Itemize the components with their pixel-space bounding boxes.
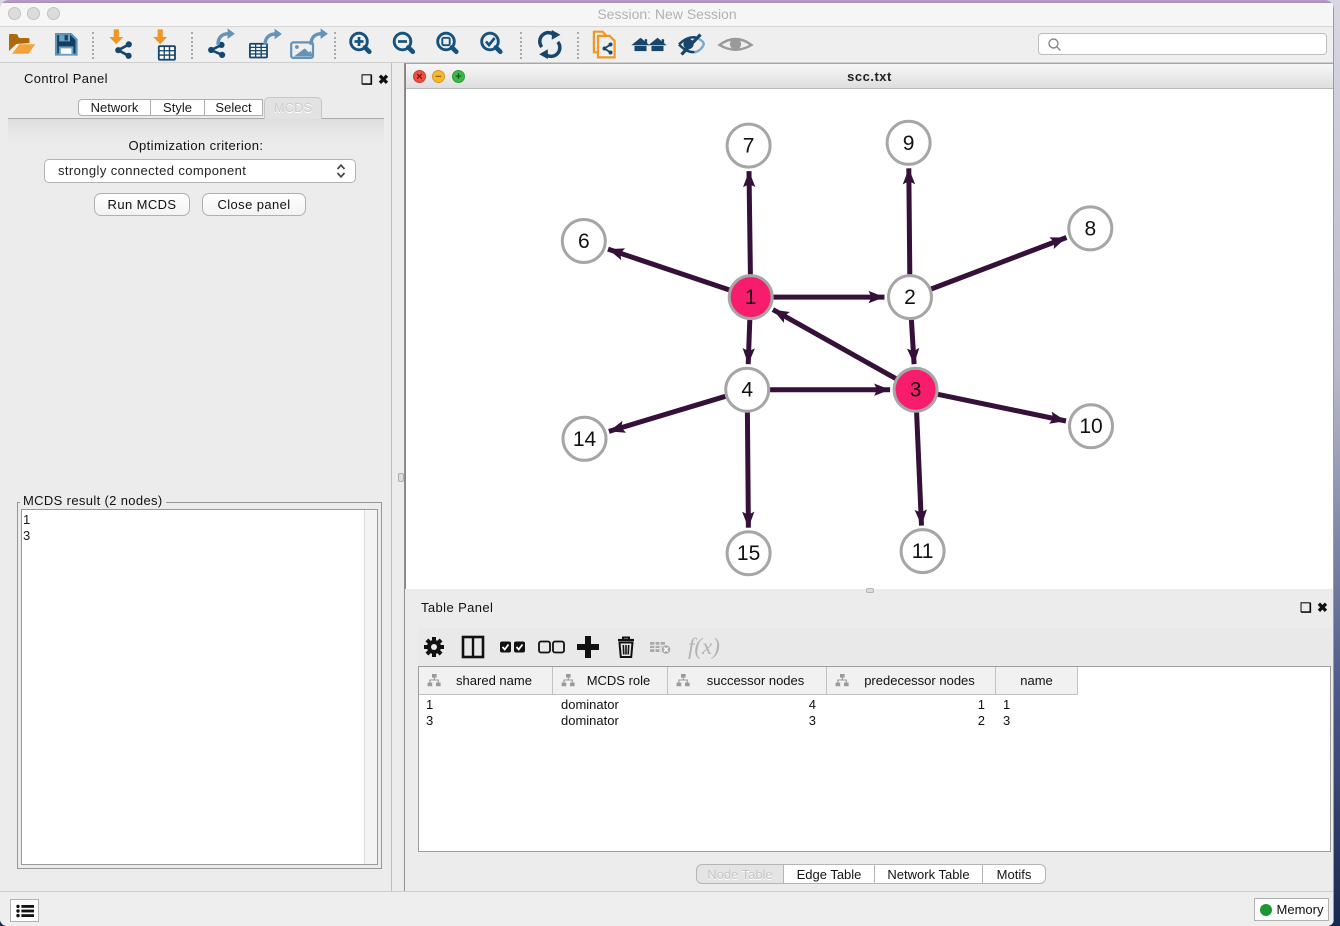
svg-text:14: 14 (573, 428, 597, 451)
svg-text:11: 11 (912, 540, 934, 563)
svg-text:1: 1 (745, 286, 757, 309)
svg-text:4: 4 (741, 379, 753, 402)
svg-text:f(x): f(x) (688, 634, 720, 659)
svg-text:2: 2 (904, 286, 916, 309)
svg-text:8: 8 (1084, 217, 1096, 240)
svg-text:7: 7 (743, 135, 755, 158)
svg-text:10: 10 (1079, 415, 1102, 438)
svg-text:6: 6 (578, 230, 590, 253)
svg-text:3: 3 (910, 379, 922, 402)
svg-text:15: 15 (737, 542, 760, 565)
svg-text:9: 9 (903, 132, 915, 155)
